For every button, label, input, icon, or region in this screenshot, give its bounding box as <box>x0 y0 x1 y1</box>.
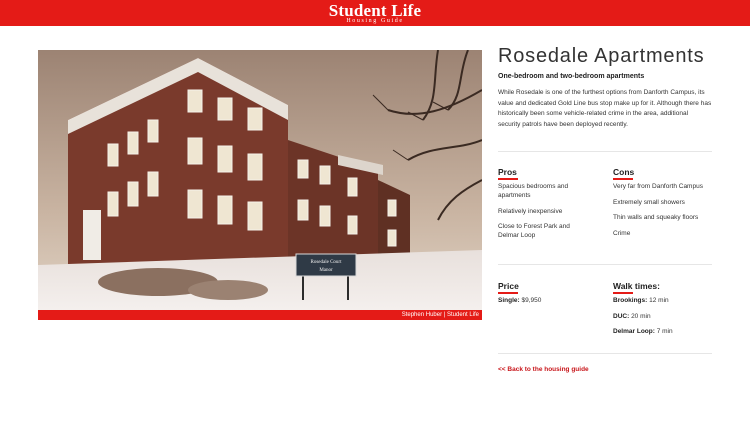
logo-title[interactable]: Student Life <box>0 0 750 19</box>
walk-times-list: Brookings: 12 min DUC: 20 min Delmar Loo… <box>613 296 713 343</box>
sign-line2: Manor <box>319 268 333 273</box>
walk-times-heading-label: Walk times: <box>613 281 660 291</box>
walk-times-underline <box>613 292 633 294</box>
back-to-housing-guide-link[interactable]: << Back to the housing guide <box>498 366 589 373</box>
walk-time-row: Brookings: 12 min <box>613 296 713 305</box>
walk-time-key: Delmar Loop: <box>613 328 655 335</box>
walk-time-key: DUC: <box>613 312 630 320</box>
pros-underline <box>498 178 518 180</box>
photo-credit-bar: Stephen Huber | Student Life <box>38 310 482 320</box>
cons-item: Extremely small showers <box>613 198 685 206</box>
logo-subtitle: Housing Guide <box>346 18 404 24</box>
walk-time-key: Brookings: <box>613 297 648 304</box>
price-value: $9,950 <box>521 297 542 304</box>
apartment-type: One-bedroom and two-bedroom apartments <box>498 73 645 80</box>
walk-time-value: 20 min <box>631 312 651 320</box>
price-single: Single: $9,950 <box>498 296 588 305</box>
price-heading-label: Price <box>498 281 519 291</box>
site-header: Student Life Housing Guide <box>0 0 750 26</box>
divider <box>498 264 712 265</box>
cons-heading: Cons <box>613 167 634 180</box>
pros-heading-label: Pros <box>498 167 517 177</box>
walk-times-heading: Walk times: <box>613 281 660 294</box>
pros-item: Close to Forest Park and Delmar Loop <box>498 223 570 239</box>
price-heading: Price <box>498 281 519 294</box>
pros-item: Spacious bedrooms and apartments <box>498 183 569 199</box>
divider <box>498 353 712 354</box>
price-key: Single: <box>498 297 520 304</box>
divider <box>498 151 712 152</box>
cons-underline <box>613 178 633 180</box>
cons-item: Thin walls and squeaky floors <box>613 214 699 221</box>
apartment-photo-illustration: Rosedale Court Manor <box>38 50 482 320</box>
apartment-photo: Rosedale Court Manor <box>38 50 482 320</box>
pros-list: Spacious bedrooms and apartments Relativ… <box>498 182 588 247</box>
description: While Rosedale is one of the furthest op… <box>498 89 712 128</box>
cons-heading-label: Cons <box>613 167 635 177</box>
price-underline <box>498 292 518 294</box>
pros-heading: Pros <box>498 167 518 180</box>
photo-credit: Stephen Huber | Student Life <box>401 312 479 318</box>
walk-time-value: 7 min <box>656 328 673 335</box>
sign-line1: Rosedale Court <box>311 260 343 265</box>
pros-item: Relatively inexpensive <box>498 207 563 215</box>
cons-item: Very far from Danforth Campus <box>613 183 703 190</box>
walk-time-row: DUC: 20 min <box>613 312 713 321</box>
page-title: Rosedale Apartments <box>498 45 705 67</box>
walk-time-row: Delmar Loop: 7 min <box>613 327 713 336</box>
walk-time-value: 12 min <box>649 297 669 304</box>
price-list: Single: $9,950 <box>498 296 588 312</box>
cons-item: Crime <box>613 229 631 237</box>
cons-list: Very far from Danforth Campus Extremely … <box>613 182 713 244</box>
